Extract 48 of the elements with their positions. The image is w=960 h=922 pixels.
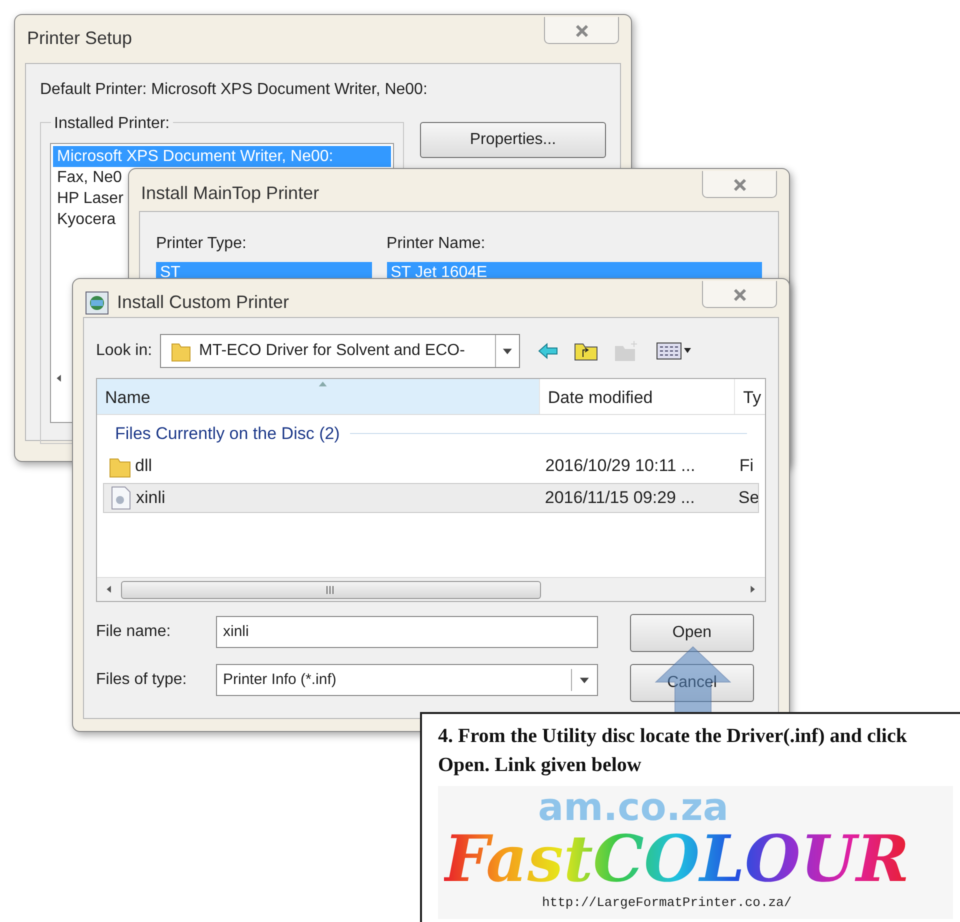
- column-header[interactable]: Name: [97, 379, 540, 414]
- logo-tagline: am.co.za: [538, 788, 729, 826]
- file-type: Se: [737, 486, 758, 509]
- properties-button[interactable]: Properties...: [420, 122, 606, 158]
- column-label: Printer Name:: [386, 234, 486, 254]
- close-button[interactable]: [702, 171, 777, 198]
- window-title: Printer Setup: [27, 27, 132, 50]
- view-menu-icon[interactable]: [656, 341, 692, 361]
- look-in-dropdown[interactable]: MT-ECO Driver for Solvent and ECO-: [160, 334, 520, 368]
- dropdown-arrow-icon[interactable]: [579, 676, 590, 684]
- close-button[interactable]: [702, 281, 777, 308]
- window-title: Install MainTop Printer: [141, 182, 320, 205]
- scroll-left-arrow[interactable]: [106, 585, 112, 594]
- file-row[interactable]: xinli 2016/11/15 09:29 ... Se: [103, 482, 759, 512]
- window-title: Install Custom Printer: [117, 291, 290, 314]
- sort-arrow-icon: [318, 380, 328, 388]
- file-name: dll: [135, 454, 152, 477]
- back-arrow-icon[interactable]: [538, 343, 558, 359]
- scroll-left-arrow[interactable]: [56, 374, 62, 382]
- field-label: File name:: [96, 622, 172, 642]
- field-label: Files of type:: [96, 670, 188, 690]
- dropdown-arrow-icon[interactable]: [502, 346, 514, 356]
- close-icon[interactable]: [732, 178, 746, 192]
- close-button[interactable]: [544, 17, 619, 44]
- column-header[interactable]: Date modified: [540, 379, 736, 414]
- look-in-label: Look in:: [96, 341, 152, 361]
- close-icon[interactable]: [732, 288, 746, 302]
- default-printer-label: Default Printer: Microsoft XPS Document Writer, Ne00:: [40, 80, 428, 100]
- close-icon[interactable]: [574, 24, 588, 38]
- file-date: 2016/10/29 10:11 ...: [544, 454, 696, 477]
- file-type: Fi: [738, 454, 754, 477]
- website-url: http://LargeFormatPrinter.co.za/: [542, 894, 792, 912]
- grip-icon: [326, 586, 336, 594]
- scroll-right-arrow[interactable]: [750, 585, 756, 594]
- column-label: Printer Type:: [156, 234, 248, 254]
- group-heading: Files Currently on the Disc (2): [115, 423, 340, 445]
- column-header[interactable]: Ty: [735, 379, 765, 414]
- file-row[interactable]: dll 2016/10/29 10:11 ... Fi: [103, 450, 759, 480]
- settings-file-icon: [110, 486, 132, 510]
- open-button[interactable]: Open: [630, 614, 754, 652]
- printer-app-icon[interactable]: [85, 290, 109, 314]
- up-folder-icon[interactable]: [574, 341, 598, 361]
- scrollbar-thumb[interactable]: [121, 580, 541, 598]
- file-date: 2016/11/15 09:29 ...: [544, 486, 696, 509]
- file-name-field[interactable]: xinli: [216, 616, 598, 648]
- file-name: xinli: [136, 486, 166, 509]
- file-type-dropdown[interactable]: Printer Info (*.inf): [216, 664, 598, 696]
- instruction-text: 4. From the Utility disc locate the Driver(.inf) and click Open. Link given below: [438, 724, 908, 778]
